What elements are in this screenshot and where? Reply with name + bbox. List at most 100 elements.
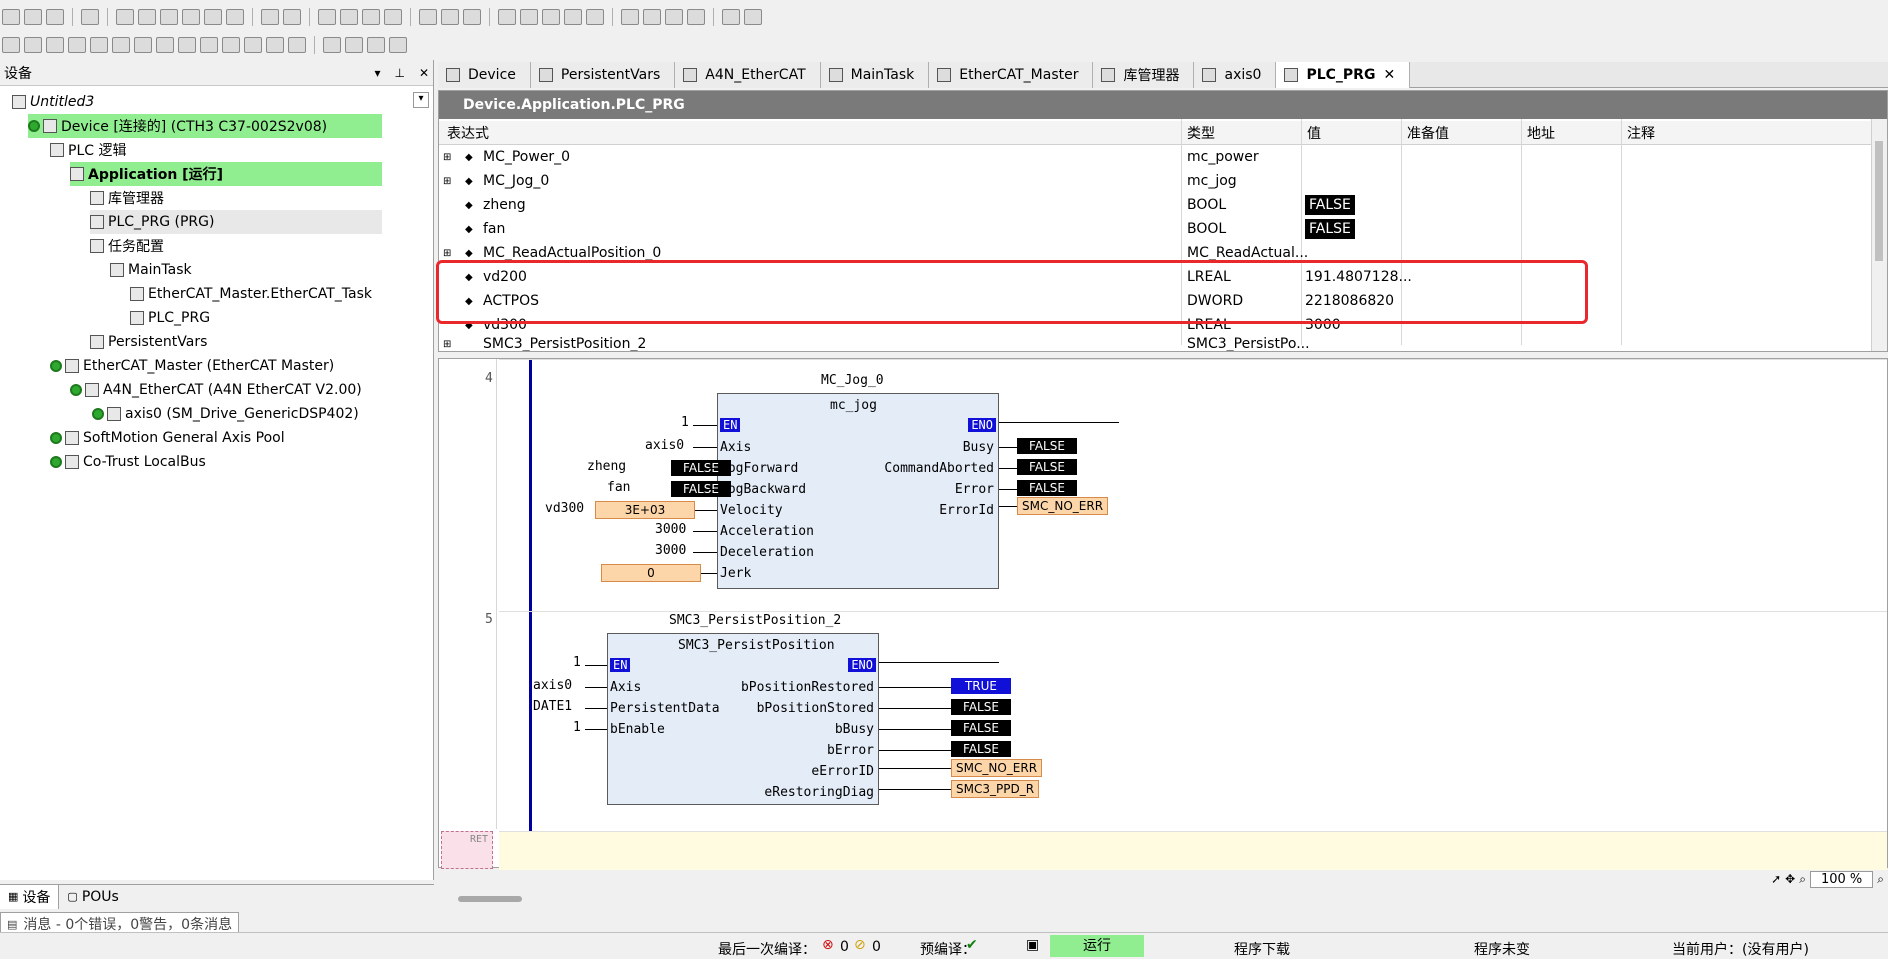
find-icon[interactable] [261, 9, 279, 25]
output-value[interactable]: SMC_NO_ERR [951, 759, 1043, 777]
coil-icon[interactable] [68, 37, 86, 53]
copy-icon[interactable] [182, 9, 200, 25]
output-value[interactable]: SMC3_PPD_R [951, 780, 1040, 798]
tree-item-ethercat-master[interactable]: EtherCAT_Master (EtherCAT Master) [50, 354, 334, 378]
login-icon[interactable] [498, 9, 516, 25]
input-value[interactable]: 3E+03 [595, 501, 695, 519]
input-variable[interactable]: DATE1 [533, 699, 572, 714]
return-icon[interactable] [178, 37, 196, 53]
paste-icon[interactable] [204, 9, 222, 25]
step-over-icon[interactable] [643, 9, 661, 25]
stop-icon[interactable] [564, 9, 582, 25]
tab-pous[interactable]: ▢ POUs [59, 885, 126, 909]
input-constant[interactable]: 0 [601, 564, 701, 582]
tree-item-maintask[interactable]: MainTask [110, 258, 192, 282]
tree-item-ethercat-task[interactable]: EtherCAT_Master.EtherCAT_Task [130, 282, 372, 306]
window-icon[interactable] [419, 9, 437, 25]
horizontal-scrollbar-thumb[interactable] [458, 896, 522, 902]
input-variable[interactable]: axis0 [645, 438, 684, 453]
tree-item-plc-prg[interactable]: PLC_PRG (PRG) [90, 210, 382, 234]
pointer-icon[interactable]: ➚ [1771, 872, 1781, 886]
close-tab-icon[interactable]: ✕ [1383, 67, 1395, 83]
undo-icon[interactable] [116, 9, 134, 25]
delete-icon[interactable] [226, 9, 244, 25]
output-value-true[interactable]: TRUE [951, 678, 1011, 694]
close-icon[interactable]: ✕ [419, 66, 429, 80]
tree-item-task-config[interactable]: 任务配置 [90, 234, 164, 258]
branch-icon[interactable] [222, 37, 240, 53]
cut-icon[interactable] [160, 9, 178, 25]
step-out-icon[interactable] [687, 9, 705, 25]
replace-icon[interactable] [283, 9, 301, 25]
input-constant[interactable]: 3000 [655, 543, 686, 558]
input-variable[interactable]: 1 [681, 415, 689, 430]
new-file-icon[interactable] [2, 9, 20, 25]
value-false[interactable]: FALSE [1305, 195, 1355, 215]
output-value[interactable]: SMC_NO_ERR [1017, 497, 1109, 515]
table-row[interactable]: ◆ fan BOOL FALSE [439, 217, 1871, 241]
tab-ethercat-master[interactable]: EtherCAT_Master [929, 62, 1094, 88]
jump-icon[interactable] [156, 37, 174, 53]
negated-contact-icon[interactable] [46, 37, 64, 53]
return-network[interactable] [499, 831, 1887, 873]
contact-icon[interactable] [2, 37, 20, 53]
tree-item-axis0[interactable]: axis0 (SM_Drive_GenericDSP402) [92, 402, 359, 426]
print-icon[interactable] [81, 9, 99, 25]
input-variable[interactable]: zheng [587, 459, 626, 474]
expand-icon[interactable]: ⊞ [443, 241, 451, 265]
redo-icon[interactable] [138, 9, 156, 25]
pin-icon[interactable]: ⊥ [394, 66, 404, 80]
network-icon[interactable] [200, 37, 218, 53]
vertical-scrollbar[interactable] [1871, 119, 1887, 351]
dropdown-icon[interactable]: ▾ [374, 66, 380, 80]
reset-coil-icon[interactable] [112, 37, 130, 53]
tree-item-persistentvars[interactable]: PersistentVars [90, 330, 207, 354]
step-into-icon[interactable] [665, 9, 683, 25]
table-row[interactable]: ◆ zheng BOOL FALSE [439, 193, 1871, 217]
tree-icon[interactable] [389, 37, 407, 53]
output-value-false[interactable]: FALSE [1017, 459, 1077, 475]
tree-item-plc-logic[interactable]: PLC 逻辑 [50, 138, 126, 162]
output-icon[interactable] [266, 37, 284, 53]
value-false[interactable]: FALSE [1305, 219, 1355, 239]
table-row[interactable]: ⊞ ◆ MC_Jog_0 mc_jog [439, 169, 1871, 193]
output-value-false[interactable]: FALSE [1017, 480, 1077, 496]
rebuild-icon[interactable] [340, 9, 358, 25]
tree-item-localbus[interactable]: Co-Trust LocalBus [50, 450, 206, 474]
tree-item-a4n-ethercat[interactable]: A4N_EtherCAT (A4N EtherCAT V2.00) [70, 378, 362, 402]
table-row[interactable]: ◆ ACTPOS DWORD 2218086820 [439, 289, 1871, 313]
clean-all-icon[interactable] [384, 9, 402, 25]
start-icon[interactable] [542, 9, 560, 25]
table-row[interactable]: ⊞ SMC3_PersistPosition_2 SMC3_PersistPo... [439, 337, 1871, 351]
expand-icon[interactable]: ⊞ [443, 145, 451, 169]
save-icon[interactable] [46, 9, 64, 25]
input-constant[interactable]: 1 [573, 720, 581, 735]
tree-item-library-manager[interactable]: 库管理器 [90, 186, 164, 210]
reset-icon[interactable] [586, 9, 604, 25]
clean-icon[interactable] [362, 9, 380, 25]
force-values-icon[interactable] [744, 9, 762, 25]
scrollbar-thumb[interactable] [1875, 141, 1883, 261]
write-values-icon[interactable] [722, 9, 740, 25]
box-icon[interactable] [134, 37, 152, 53]
output-value-false[interactable]: FALSE [951, 699, 1011, 715]
tab-device[interactable]: Device [438, 62, 531, 88]
smc3-persistposition-block[interactable]: SMC3_PersistPosition EN Axis PersistentD… [607, 633, 879, 805]
table-row[interactable]: ◆ vd300 LREAL 3000 [439, 313, 1871, 337]
tree-item-application[interactable]: Application [运行] [70, 162, 382, 186]
input-variable[interactable]: axis0 [533, 678, 572, 693]
table-row[interactable]: ⊞ ◆ MC_Power_0 mc_power [439, 145, 1871, 169]
tab-library-manager[interactable]: 库管理器 [1093, 62, 1195, 88]
tab-axis0[interactable]: axis0 [1194, 62, 1277, 88]
zoom-icon[interactable]: ⌕ [1799, 872, 1806, 887]
tree-dropdown-button[interactable]: ▾ [413, 92, 429, 108]
input-variable[interactable]: fan [607, 480, 630, 495]
label-icon[interactable] [367, 37, 385, 53]
breakpoint-icon[interactable] [621, 9, 639, 25]
tab-persistentvars[interactable]: PersistentVars [530, 62, 676, 88]
zoom-fit-icon[interactable]: ⌕ [1877, 872, 1884, 887]
edge-icon[interactable] [345, 37, 363, 53]
build-icon[interactable] [318, 9, 336, 25]
output-value-false[interactable]: FALSE [951, 741, 1011, 757]
tree-item-device[interactable]: Device [连接的] (CTH3 C37-002S2v08) [28, 114, 382, 138]
